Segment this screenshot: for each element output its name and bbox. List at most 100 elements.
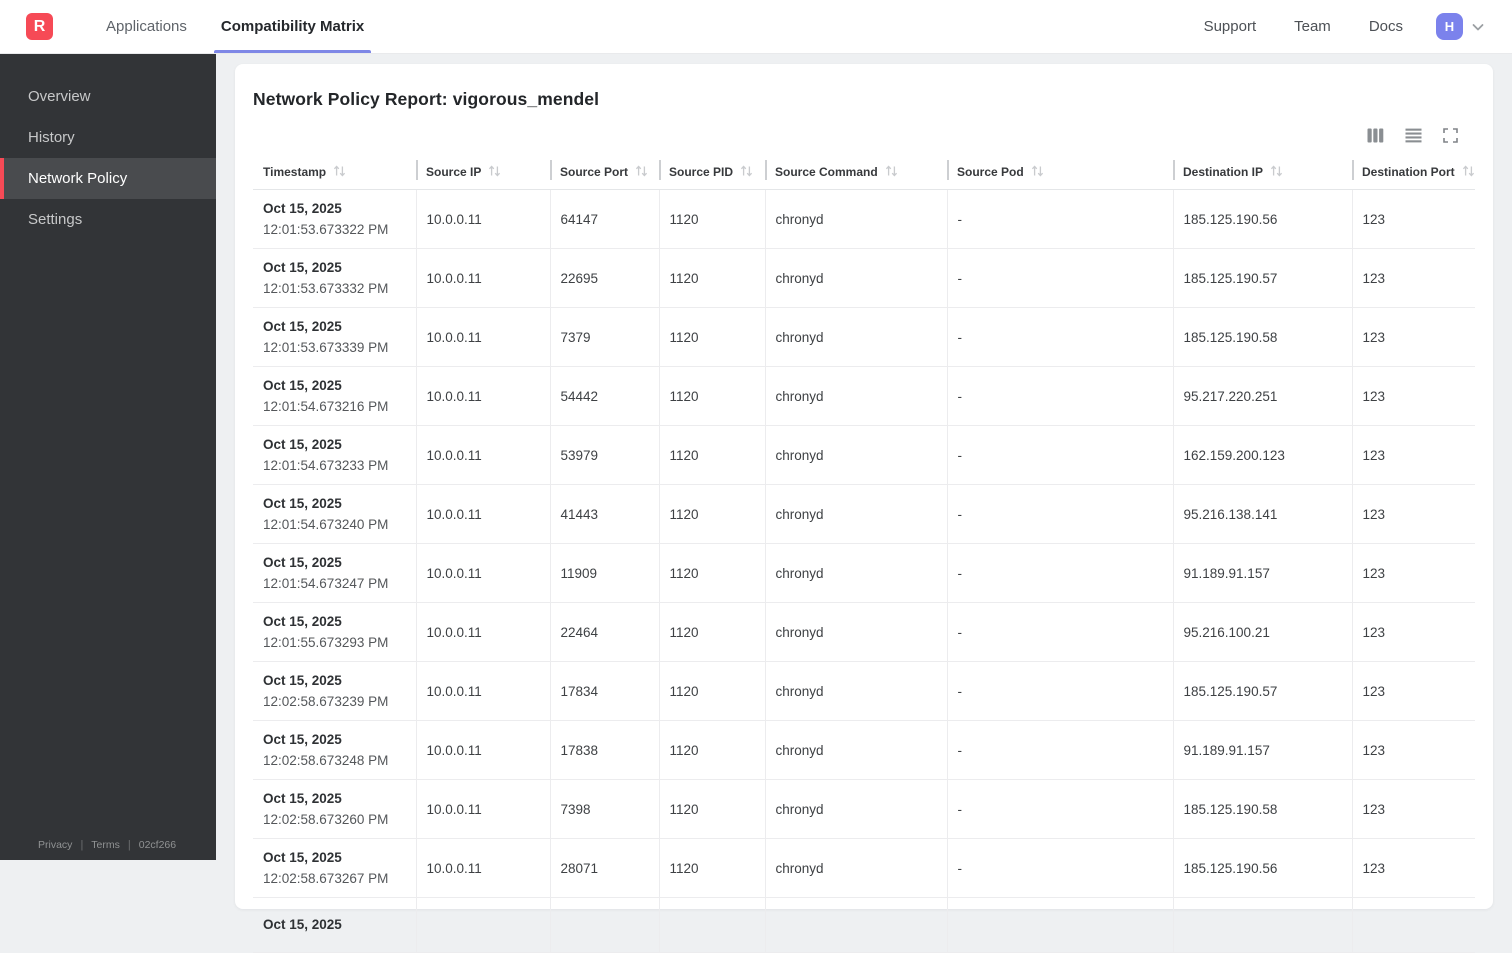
table-toolbar — [253, 126, 1475, 144]
sidebar-item-settings[interactable]: Settings — [0, 199, 216, 240]
columns-view-icon[interactable] — [1367, 128, 1384, 143]
cell-source-port: 22695 — [550, 249, 659, 308]
sidebar: OverviewHistoryNetwork PolicySettings Pr… — [0, 54, 216, 860]
cell-source-ip: 10.0.0.11 — [416, 190, 550, 249]
cell-source-port: 64147 — [550, 190, 659, 249]
cell-source-port: 54442 — [550, 367, 659, 426]
sidebar-item-history[interactable]: History — [0, 117, 216, 158]
timestamp-time: 12:01:55.673293 PM — [263, 632, 408, 653]
cell-destination-port: 123 — [1352, 308, 1475, 367]
cell-timestamp: Oct 15, 202512:01:54.673233 PM — [253, 426, 416, 485]
table-row[interactable]: Oct 15, 202512:02:58.673260 PM10.0.0.117… — [253, 780, 1475, 839]
top-navbar: R Applications Compatibility Matrix Suppo… — [0, 0, 1512, 54]
table-row[interactable]: Oct 15, 202512:02:58.673239 PM10.0.0.111… — [253, 662, 1475, 721]
timestamp-time: 12:01:53.673332 PM — [263, 278, 408, 299]
column-header-destination-port[interactable]: Destination Port — [1352, 160, 1475, 190]
fullscreen-icon[interactable] — [1443, 128, 1458, 143]
sort-icon[interactable] — [333, 166, 346, 180]
cell-source-pod: - — [947, 190, 1173, 249]
table-row[interactable]: Oct 15, 202512:02:58.673267 PM10.0.0.112… — [253, 839, 1475, 898]
cell-destination-ip: 185.125.190.58 — [1173, 308, 1352, 367]
cell-source-pid: 1120 — [659, 603, 765, 662]
nav-tab-compatibility-matrix[interactable]: Compatibility Matrix — [221, 0, 364, 53]
table-row[interactable]: Oct 15, 202512:01:53.673332 PM10.0.0.112… — [253, 249, 1475, 308]
cell-destination-ip: 95.216.100.21 — [1173, 603, 1352, 662]
table-row[interactable]: Oct 15, 202512:01:53.673339 PM10.0.0.117… — [253, 308, 1475, 367]
timestamp-date: Oct 15, 2025 — [263, 434, 408, 455]
sidebar-item-overview[interactable]: Overview — [0, 76, 216, 117]
footer-divider: | — [80, 839, 83, 851]
cell-destination-port: 123 — [1352, 249, 1475, 308]
sort-icon[interactable] — [740, 166, 753, 180]
sidebar-footer: Privacy|Terms|02cf266 — [0, 839, 216, 860]
cell-source-ip: 10.0.0.11 — [416, 308, 550, 367]
cell-destination-ip — [1173, 898, 1352, 953]
column-header-source-pod[interactable]: Source Pod — [947, 160, 1173, 190]
footer-link-02cf266[interactable]: 02cf266 — [139, 839, 176, 851]
column-header-source-pid[interactable]: Source PID — [659, 160, 765, 190]
timestamp-date: Oct 15, 2025 — [263, 198, 408, 219]
cell-source-port: 53979 — [550, 426, 659, 485]
cell-destination-ip: 185.125.190.58 — [1173, 780, 1352, 839]
column-label: Source IP — [426, 165, 481, 179]
timestamp-time: 12:01:54.673233 PM — [263, 455, 408, 476]
cell-source-pod: - — [947, 603, 1173, 662]
table-row[interactable]: Oct 15, 202512:01:54.673216 PM10.0.0.115… — [253, 367, 1475, 426]
cell-timestamp: Oct 15, 202512:01:53.673332 PM — [253, 249, 416, 308]
list-view-icon[interactable] — [1405, 128, 1422, 143]
column-label: Destination Port — [1362, 165, 1455, 179]
chevron-down-icon[interactable] — [1470, 19, 1486, 35]
nav-link-docs[interactable]: Docs — [1369, 18, 1403, 35]
column-header-source-ip[interactable]: Source IP — [416, 160, 550, 190]
cell-destination-port — [1352, 898, 1475, 953]
table-row[interactable]: Oct 15, 2025 — [253, 898, 1475, 953]
timestamp-time: 12:02:58.673260 PM — [263, 809, 408, 830]
cell-destination-port: 123 — [1352, 603, 1475, 662]
cell-source-ip: 10.0.0.11 — [416, 780, 550, 839]
table-row[interactable]: Oct 15, 202512:01:54.673240 PM10.0.0.114… — [253, 485, 1475, 544]
column-label: Source Command — [775, 165, 878, 179]
table-row[interactable]: Oct 15, 202512:01:55.673293 PM10.0.0.112… — [253, 603, 1475, 662]
cell-source-port: 11909 — [550, 544, 659, 603]
cell-source-ip: 10.0.0.11 — [416, 662, 550, 721]
timestamp-time: 12:01:53.673322 PM — [263, 219, 408, 240]
cell-source-port: 17834 — [550, 662, 659, 721]
cell-source-command: chronyd — [765, 544, 947, 603]
nav-link-team[interactable]: Team — [1294, 18, 1331, 35]
nav-link-support[interactable]: Support — [1204, 18, 1257, 35]
cell-source-pod: - — [947, 721, 1173, 780]
footer-link-privacy[interactable]: Privacy — [38, 839, 72, 851]
nav-tab-applications[interactable]: Applications — [106, 0, 187, 53]
cell-source-ip: 10.0.0.11 — [416, 367, 550, 426]
timestamp-time: 12:01:54.673240 PM — [263, 514, 408, 535]
cell-source-command: chronyd — [765, 662, 947, 721]
sort-icon[interactable] — [1270, 166, 1283, 180]
column-header-source-port[interactable]: Source Port — [550, 160, 659, 190]
cell-destination-ip: 162.159.200.123 — [1173, 426, 1352, 485]
sort-icon[interactable] — [1031, 166, 1044, 180]
sort-icon[interactable] — [1462, 166, 1475, 180]
cell-source-command: chronyd — [765, 308, 947, 367]
cell-source-command: chronyd — [765, 485, 947, 544]
table-row[interactable]: Oct 15, 202512:01:54.673233 PM10.0.0.115… — [253, 426, 1475, 485]
sort-icon[interactable] — [635, 166, 648, 180]
footer-link-terms[interactable]: Terms — [91, 839, 120, 851]
column-header-source-command[interactable]: Source Command — [765, 160, 947, 190]
sort-icon[interactable] — [885, 166, 898, 180]
table-row[interactable]: Oct 15, 202512:02:58.673248 PM10.0.0.111… — [253, 721, 1475, 780]
cell-source-port: 28071 — [550, 839, 659, 898]
sidebar-item-network-policy[interactable]: Network Policy — [0, 158, 216, 199]
timestamp-date: Oct 15, 2025 — [263, 729, 408, 750]
app-logo[interactable]: R — [26, 13, 53, 40]
column-header-timestamp[interactable]: Timestamp — [253, 160, 416, 190]
sort-icon[interactable] — [488, 166, 501, 180]
column-header-destination-ip[interactable]: Destination IP — [1173, 160, 1352, 190]
timestamp-date: Oct 15, 2025 — [263, 493, 408, 514]
cell-source-pod — [947, 898, 1173, 953]
table-row[interactable]: Oct 15, 202512:01:53.673322 PM 10.0.0.116… — [253, 190, 1475, 249]
table-row[interactable]: Oct 15, 202512:01:54.673247 PM10.0.0.111… — [253, 544, 1475, 603]
cell-destination-ip: 95.217.220.251 — [1173, 367, 1352, 426]
cell-source-pid: 1120 — [659, 249, 765, 308]
cell-source-port: 7379 — [550, 308, 659, 367]
avatar[interactable]: H — [1436, 13, 1463, 40]
